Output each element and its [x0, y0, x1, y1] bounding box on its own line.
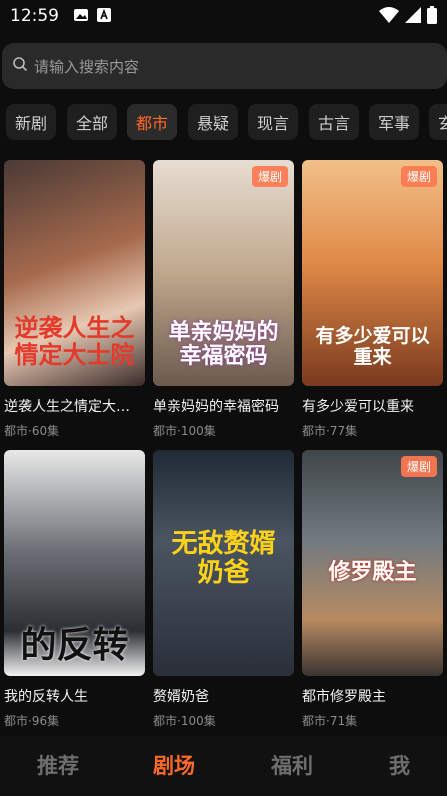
- poster-title: 的反转: [20, 624, 129, 667]
- drama-meta: 都市·100集: [153, 424, 216, 438]
- hot-badge: 爆剧: [251, 166, 288, 187]
- drama-poster[interactable]: 爆剧 修罗殿主: [302, 450, 443, 676]
- status-right: [379, 6, 437, 28]
- drama-title[interactable]: 有多少爱可以重来: [302, 396, 443, 416]
- tag-modern-romance[interactable]: 现言: [248, 104, 299, 140]
- nav-recommend[interactable]: 推荐: [37, 750, 79, 780]
- bottom-nav: 推荐 剧场 福利 我: [0, 736, 447, 796]
- drama-meta: 都市·60集: [4, 424, 60, 438]
- drama-meta: 都市·100集: [153, 714, 216, 728]
- font-a-icon: [97, 7, 111, 26]
- drama-poster[interactable]: 无敌赘婿奶爸: [153, 450, 294, 676]
- poster-title: 逆袭人生之情定大士院: [14, 313, 135, 369]
- signal-icon: [405, 7, 421, 27]
- tag-new[interactable]: 新剧: [6, 104, 57, 140]
- poster-title: 单亲妈妈的幸福密码: [168, 318, 279, 369]
- search-bar[interactable]: 请输入搜索内容: [2, 43, 447, 89]
- poster-title: 无敌赘婿奶爸: [171, 529, 276, 588]
- drama-title[interactable]: 我的反转人生: [4, 686, 145, 706]
- gallery-icon: [73, 7, 89, 26]
- drama-meta: 都市·71集: [302, 714, 358, 728]
- drama-title[interactable]: 赘婿奶爸: [153, 686, 294, 706]
- wifi-icon: [379, 6, 399, 28]
- drama-poster[interactable]: 爆剧 有多少爱可以重来: [302, 160, 443, 386]
- status-time: 12:59: [10, 6, 59, 26]
- drama-title[interactable]: 逆袭人生之情定大…: [4, 396, 145, 416]
- tag-all[interactable]: 全部: [67, 104, 118, 140]
- hot-badge: 爆剧: [400, 456, 437, 477]
- tag-fantasy[interactable]: 玄: [429, 104, 447, 140]
- drama-meta: 都市·96集: [4, 714, 60, 728]
- hot-badge: 爆剧: [400, 166, 437, 187]
- drama-poster[interactable]: 的反转: [4, 450, 145, 676]
- search-icon: [12, 56, 28, 76]
- drama-title[interactable]: 都市修罗殿主: [302, 686, 443, 706]
- battery-icon: [427, 6, 437, 28]
- poster-title: 修罗殿主: [328, 559, 417, 585]
- drama-poster[interactable]: 逆袭人生之情定大士院: [4, 160, 145, 386]
- tag-military[interactable]: 军事: [369, 104, 420, 140]
- tag-suspense[interactable]: 悬疑: [188, 104, 239, 140]
- nav-me[interactable]: 我: [389, 750, 410, 780]
- tag-urban[interactable]: 都市: [127, 104, 178, 140]
- drama-meta: 都市·77集: [302, 424, 358, 438]
- search-input[interactable]: 请输入搜索内容: [34, 56, 139, 77]
- category-tabs: 新剧 全部 都市 悬疑 现言 古言 军事 玄: [0, 104, 447, 140]
- drama-poster[interactable]: 爆剧 单亲妈妈的幸福密码: [153, 160, 294, 386]
- tag-ancient-romance[interactable]: 古言: [309, 104, 360, 140]
- status-bar: 12:59: [0, 0, 447, 32]
- nav-welfare[interactable]: 福利: [271, 750, 313, 780]
- drama-title[interactable]: 单亲妈妈的幸福密码: [153, 396, 294, 416]
- nav-theater[interactable]: 剧场: [153, 750, 195, 780]
- poster-title: 有多少爱可以重来: [315, 325, 430, 369]
